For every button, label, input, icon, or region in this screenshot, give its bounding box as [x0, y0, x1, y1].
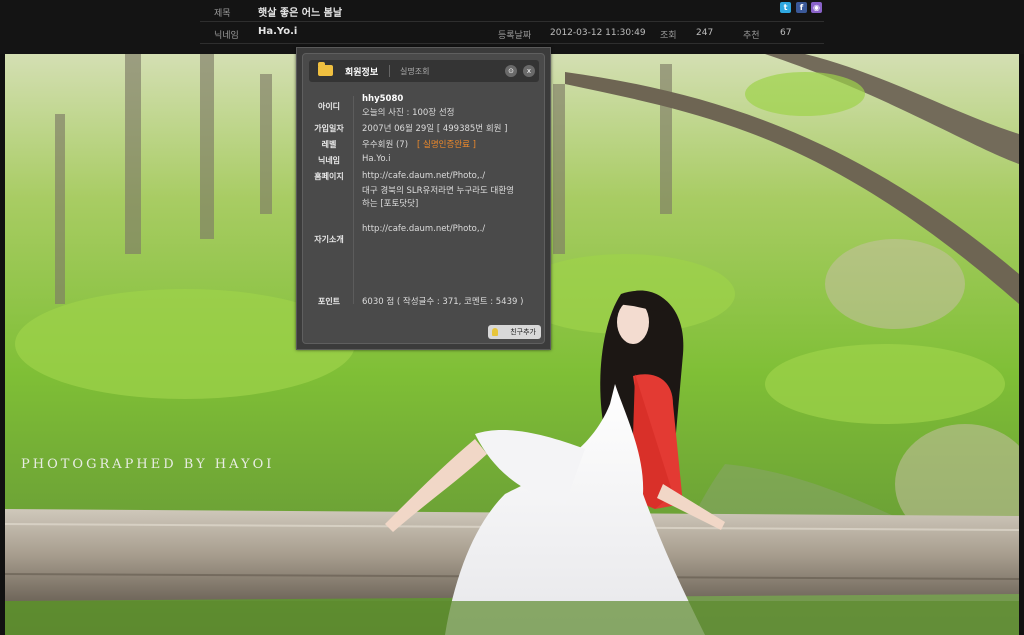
- title-label: 제목: [214, 9, 231, 19]
- tab-real-name-check[interactable]: 실명조회: [400, 66, 429, 77]
- me2day-icon[interactable]: ◉: [811, 2, 822, 13]
- post-info-bar: 제목 햇살 좋은 어느 봄날 t f ◉ 닉네임 Ha.Yo.i 등록날짜 20…: [0, 0, 1024, 54]
- date-label: 등록날짜: [498, 31, 532, 41]
- facebook-icon[interactable]: f: [796, 2, 807, 13]
- recommend-label: 추천: [743, 31, 760, 41]
- value-nickname: Ha.Yo.i: [362, 154, 391, 164]
- views-count: 247: [696, 28, 714, 38]
- twitter-icon[interactable]: t: [780, 2, 791, 13]
- tab-divider: [389, 65, 390, 77]
- label-points: 포인트: [317, 297, 341, 306]
- views-label: 조회: [660, 31, 677, 41]
- nick-label: 닉네임: [214, 31, 239, 41]
- intro-link[interactable]: http://cafe.daum.net/Photo,./: [362, 224, 485, 234]
- folder-icon: [318, 62, 333, 76]
- meta-row: 닉네임 Ha.Yo.i 등록날짜 2012-03-12 11:30:49 조회 …: [200, 22, 824, 44]
- settings-icon[interactable]: ⊙: [505, 65, 517, 77]
- divider: [353, 96, 354, 304]
- close-icon[interactable]: x: [523, 65, 535, 77]
- label-join-date: 가입일자: [314, 124, 344, 133]
- popup-panel: 회원정보 실명조회 ⊙ x 아이디 hhy5080 오늘의 사진 : 100장 …: [302, 53, 545, 344]
- verified-badge: [ 실명인증완료 ]: [417, 140, 476, 150]
- homepage-link[interactable]: http://cafe.daum.net/Photo,./: [362, 171, 485, 181]
- label-nickname: 닉네임: [317, 156, 341, 165]
- post-title: 햇살 좋은 어느 봄날: [258, 8, 343, 19]
- label-homepage: 홈페이지: [314, 172, 344, 181]
- tab-member-info[interactable]: 회원정보: [345, 65, 378, 78]
- post-date: 2012-03-12 11:30:49: [550, 28, 646, 38]
- value-join-date: 2007년 06월 29일 [ 499385번 회원 ]: [362, 124, 508, 134]
- label-level: 레벨: [321, 140, 337, 149]
- popup-tabs: 회원정보 실명조회 ⊙ x: [309, 60, 539, 82]
- add-friend-button[interactable]: 친구추가: [488, 325, 541, 339]
- value-points: 6030 점 ( 작성글수 : 371, 코멘트 : 5439 ): [362, 297, 524, 307]
- label-id: 아이디: [317, 102, 341, 111]
- value-id: hhy5080: [362, 94, 404, 104]
- label-intro: 자기소개: [314, 235, 344, 244]
- homepage-desc-1: 대구 경북의 SLR유저라면 누구라도 대환영: [362, 186, 514, 196]
- recommend-count: 67: [780, 28, 792, 38]
- member-details: 아이디 hhy5080 오늘의 사진 : 100장 선정 가입일자 2007년 …: [309, 86, 539, 307]
- value-level: 우수회원 (7): [362, 140, 409, 150]
- value-highlight: 오늘의 사진 : 100장 선정: [362, 108, 455, 118]
- author-nick[interactable]: Ha.Yo.i: [258, 26, 297, 37]
- homepage-desc-2: 하는 [포토닷닷]: [362, 199, 419, 209]
- person-icon: [492, 328, 498, 336]
- photo-watermark: PHOTOGRAPHED BY HAYOI: [21, 457, 275, 472]
- add-friend-label: 친구추가: [510, 328, 536, 336]
- title-row: 제목 햇살 좋은 어느 봄날 t f ◉: [200, 0, 824, 22]
- member-info-popup: 회원정보 실명조회 ⊙ x 아이디 hhy5080 오늘의 사진 : 100장 …: [296, 47, 551, 350]
